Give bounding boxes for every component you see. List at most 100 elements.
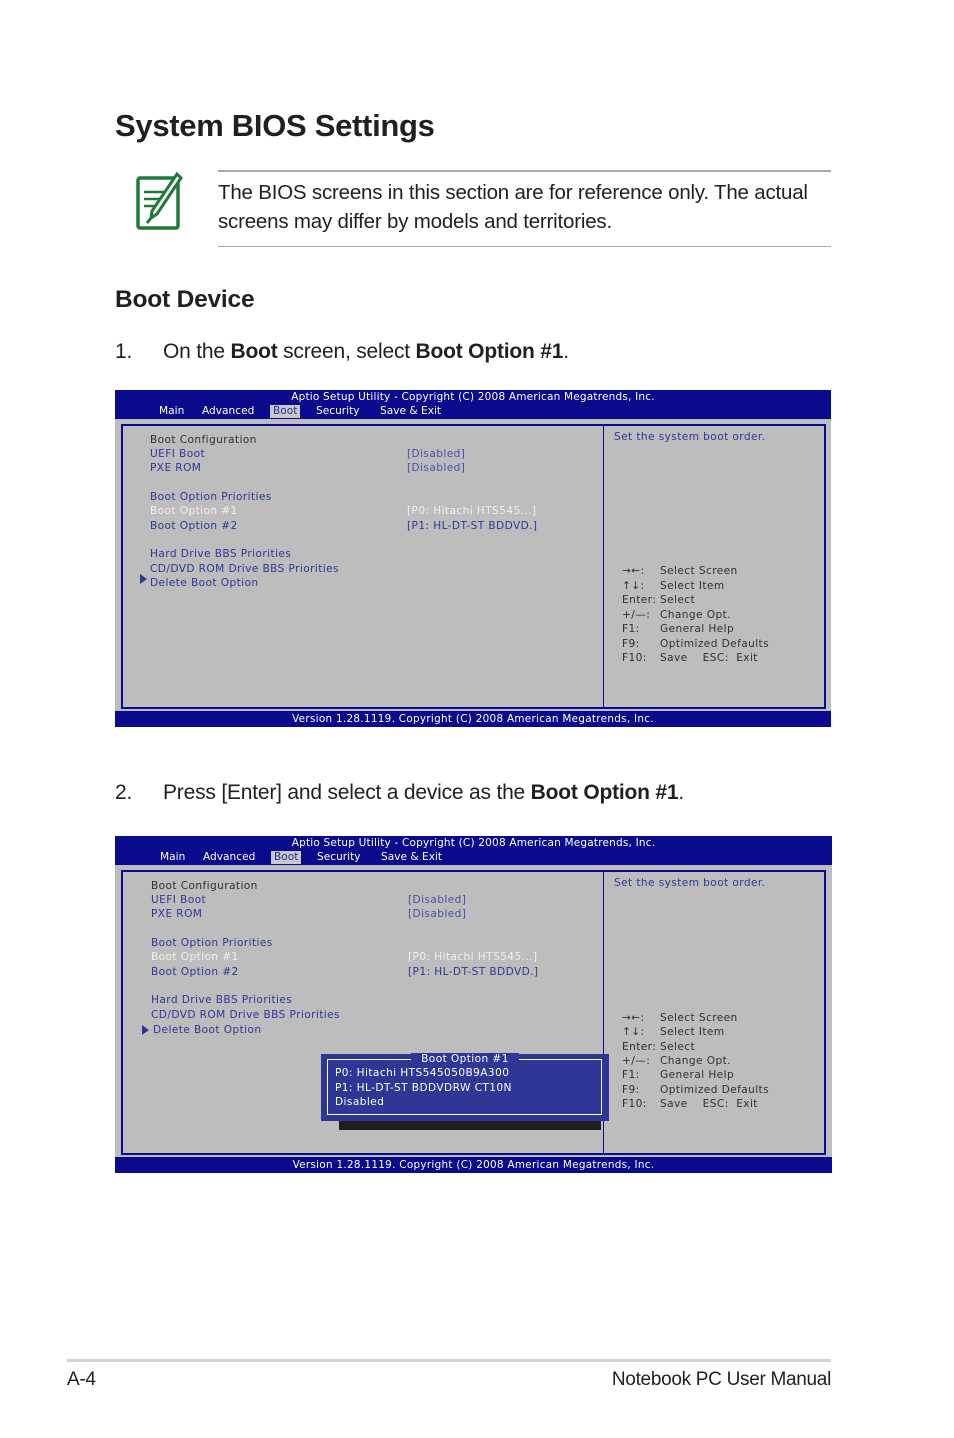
step-text: Press [Enter] and select a device as the: [163, 781, 531, 804]
boot-option-2-value[interactable]: [P1: HL-DT-ST BDDVD.]: [408, 966, 538, 979]
delete-boot-option-item[interactable]: Delete Boot Option: [153, 1024, 261, 1037]
step-1: 1. On the Boot screen, select Boot Option…: [115, 340, 569, 364]
key-help-item: F1: General Help: [622, 1069, 734, 1082]
uefi-boot-item[interactable]: UEFI Boot: [150, 448, 205, 461]
key-help-item: F9: Optimized Defaults: [622, 638, 769, 651]
pxe-rom-value[interactable]: [Disabled]: [408, 908, 466, 921]
boot-option-2-item[interactable]: Boot Option #2: [151, 966, 239, 979]
boot-configuration-label: Boot Configuration: [151, 880, 258, 892]
popup-option-bddvdrw[interactable]: P1: HL-DT-ST BDDVDRW CT10N: [335, 1082, 512, 1095]
note-bottom-rule: [218, 246, 831, 247]
boot-option-popup: Boot Option #1 P0: Hitachi HTS545050B9A3…: [321, 1053, 609, 1121]
key-help-action: Save ESC: Exit: [660, 1098, 758, 1110]
boot-option-2-item[interactable]: Boot Option #2: [150, 520, 238, 533]
popup-title: Boot Option #1: [321, 1053, 609, 1065]
help-text: Set the system boot order.: [614, 431, 766, 443]
step-bold-text: Boot Option #1: [530, 781, 679, 804]
key-help-key: F9:: [622, 638, 640, 650]
pxe-rom-item[interactable]: PXE ROM: [150, 462, 201, 475]
boot-option-1-value[interactable]: [P0: Hitachi HTS545...]: [407, 505, 536, 518]
key-help-key: Enter:: [622, 1041, 657, 1053]
key-help-key: +/—:: [622, 1055, 651, 1067]
bios-footer: Version 1.28.1119. Copyright (C) 2008 Am…: [292, 1159, 655, 1171]
tab-advanced[interactable]: Advanced: [199, 405, 257, 418]
key-help-action: Change Opt.: [660, 1055, 731, 1067]
left-right-arrows-icon: →←:: [622, 1012, 645, 1024]
boot-option-priorities-label: Boot Option Priorities: [151, 937, 273, 949]
key-help-action: Optimized Defaults: [660, 638, 770, 650]
boot-option-1-item[interactable]: Boot Option #1: [150, 505, 238, 518]
key-help-item: F10: Save ESC: Exit: [622, 1098, 758, 1111]
delete-boot-option-item[interactable]: Delete Boot Option: [150, 577, 258, 590]
cdrom-bbs-priorities-item[interactable]: CD/DVD ROM Drive BBS Priorities: [151, 1009, 340, 1022]
bios-body: Boot Configuration UEFI Boot [Disabled] …: [115, 865, 832, 1157]
submenu-arrow-icon: [142, 1025, 149, 1035]
up-down-arrows-icon: ↑↓:: [622, 1026, 645, 1038]
step-text: screen, select: [277, 340, 416, 363]
boot-option-priorities-label: Boot Option Priorities: [150, 491, 272, 503]
hdd-bbs-priorities-item[interactable]: Hard Drive BBS Priorities: [150, 548, 291, 561]
uefi-boot-value[interactable]: [Disabled]: [407, 448, 465, 461]
note-top-rule: [218, 170, 831, 172]
manual-title: Notebook PC User Manual: [611, 1369, 831, 1390]
tab-security[interactable]: Security: [314, 851, 364, 864]
key-help-item: ↑↓: Select Item: [622, 1026, 725, 1039]
popup-option-hitachi[interactable]: P0: Hitachi HTS545050B9A300: [335, 1067, 509, 1080]
key-help-action: Select Item: [660, 580, 725, 592]
bios-screenshot-1: Aptio Setup Utility - Copyright (C) 2008…: [115, 390, 831, 727]
tab-boot[interactable]: Boot: [270, 405, 301, 418]
key-help-action: Select Item: [660, 1026, 725, 1038]
uefi-boot-item[interactable]: UEFI Boot: [151, 894, 206, 907]
step-text: .: [563, 340, 569, 363]
key-help-item: +/—: Change Opt.: [622, 1055, 731, 1068]
help-text: Set the system boot order.: [614, 877, 766, 889]
step-bold-text: Boot Option #1: [415, 340, 564, 363]
note-text: The BIOS screens in this section are for…: [218, 181, 808, 233]
page-title: System BIOS Settings: [115, 108, 435, 143]
tab-save-exit[interactable]: Save & Exit: [377, 405, 444, 418]
boot-option-2-value[interactable]: [P1: HL-DT-ST BDDVD.]: [407, 520, 537, 533]
step-2: 2. Press [Enter] and select a device as t…: [115, 781, 684, 805]
key-help-item: Enter: Select: [622, 1041, 695, 1054]
note-pencil-icon: [136, 172, 183, 230]
step-number: 1.: [115, 340, 133, 363]
popup-option-disabled[interactable]: Disabled: [335, 1096, 384, 1109]
tab-boot[interactable]: Boot: [271, 851, 302, 864]
pxe-rom-item[interactable]: PXE ROM: [151, 908, 202, 921]
key-help-action: Select Screen: [660, 565, 738, 577]
boot-option-1-item[interactable]: Boot Option #1: [151, 951, 239, 964]
up-down-arrows-icon: ↑↓:: [622, 580, 645, 592]
tab-main[interactable]: Main: [156, 405, 187, 418]
key-help-item: →←: Select Screen: [622, 1012, 738, 1025]
submenu-arrow-icon: [140, 574, 147, 584]
key-help-action: Change Opt.: [660, 609, 731, 621]
key-help-item: Enter: Select: [622, 594, 695, 607]
key-help-item: +/—: Change Opt.: [622, 609, 731, 622]
pxe-rom-value[interactable]: [Disabled]: [407, 462, 465, 475]
key-help-item: F9: Optimized Defaults: [622, 1084, 769, 1097]
step-number: 2.: [115, 781, 133, 804]
bios-screenshot-2: Aptio Setup Utility - Copyright (C) 2008…: [115, 836, 832, 1173]
tab-main[interactable]: Main: [157, 851, 188, 864]
cdrom-bbs-priorities-item[interactable]: CD/DVD ROM Drive BBS Priorities: [150, 563, 339, 576]
step-bold-text: Boot: [230, 340, 278, 363]
footer-rule: [67, 1359, 831, 1362]
key-help-action: Select: [660, 594, 696, 606]
key-help-action: Select: [660, 1041, 696, 1053]
hdd-bbs-priorities-item[interactable]: Hard Drive BBS Priorities: [151, 994, 292, 1007]
key-help-key: F9:: [622, 1084, 640, 1096]
boot-option-1-value[interactable]: [P0: Hitachi HTS545...]: [408, 951, 537, 964]
bios-help-panel: Set the system boot order. →←: Select Scr…: [603, 424, 826, 709]
key-help-action: Save ESC: Exit: [660, 652, 758, 664]
tab-security[interactable]: Security: [313, 405, 363, 418]
step-text: .: [678, 781, 684, 804]
key-help-action: General Help: [660, 1069, 735, 1081]
tab-save-exit[interactable]: Save & Exit: [378, 851, 445, 864]
bios-help-panel: Set the system boot order. →←: Select Scr…: [603, 870, 826, 1155]
tab-advanced[interactable]: Advanced: [200, 851, 258, 864]
page-number: A-4: [67, 1369, 96, 1390]
key-help-action: Select Screen: [660, 1012, 738, 1024]
bios-body: Boot Configuration UEFI Boot [Disabled] …: [115, 419, 831, 711]
uefi-boot-value[interactable]: [Disabled]: [408, 894, 466, 907]
key-help-key: F1:: [622, 623, 640, 635]
